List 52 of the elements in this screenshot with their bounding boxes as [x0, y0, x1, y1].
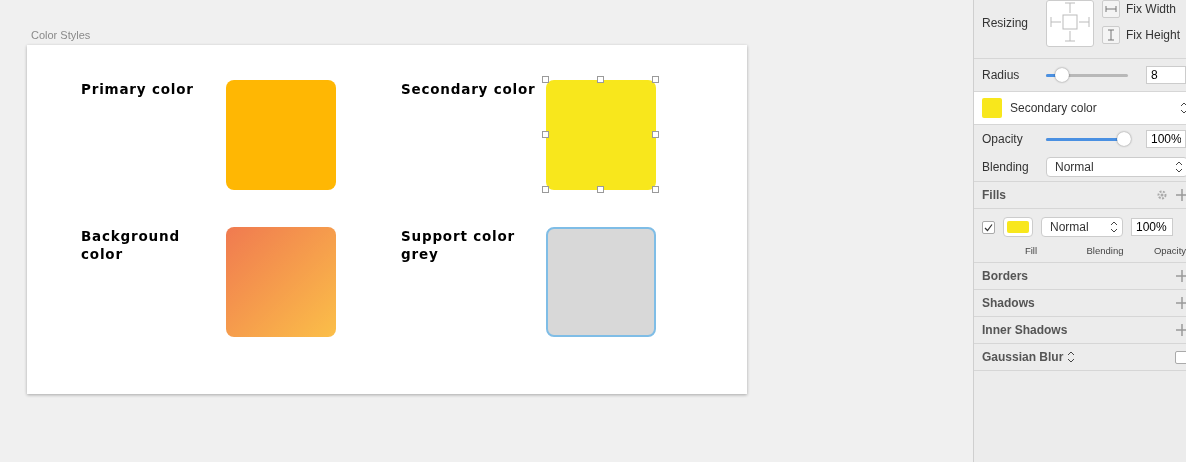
- updown-icon: [1110, 221, 1118, 233]
- field-label: Opacity: [982, 132, 1024, 146]
- resize-handle[interactable]: [542, 186, 549, 193]
- color-swatch[interactable]: [226, 80, 336, 190]
- section-title: Gaussian Blur: [982, 350, 1064, 364]
- resize-handle[interactable]: [597, 76, 604, 83]
- slider-thumb[interactable]: [1116, 132, 1131, 146]
- checkbox[interactable]: [982, 220, 995, 234]
- updown-icon: [1175, 161, 1183, 173]
- fill-swatch[interactable]: [1003, 217, 1033, 237]
- resize-handle[interactable]: [597, 186, 604, 193]
- blending-select[interactable]: Normal: [1041, 217, 1123, 237]
- column-caption: Fill: [1023, 245, 1039, 256]
- field-label: Radius: [982, 68, 1021, 82]
- color-name: Primary color: [81, 80, 195, 98]
- color-swatch[interactable]: [226, 227, 336, 337]
- resize-handle[interactable]: [652, 186, 659, 193]
- color-name: Support color grey: [401, 227, 516, 263]
- gear-icon[interactable]: [1156, 189, 1168, 201]
- field-label: Blending: [982, 160, 1030, 174]
- radius-field[interactable]: 8: [1146, 66, 1186, 84]
- artboard-title: Color Styles: [31, 29, 92, 41]
- color-name: Background color: [81, 227, 181, 263]
- section-title: Borders: [982, 269, 1028, 283]
- plus-icon[interactable]: [1176, 270, 1186, 282]
- checkbox[interactable]: [1175, 350, 1186, 364]
- resize-handle[interactable]: [652, 131, 659, 138]
- updown-icon: [1067, 351, 1076, 363]
- slider-thumb[interactable]: [1055, 68, 1070, 82]
- field-label: Resizing: [982, 16, 1030, 30]
- resize-handle[interactable]: [542, 76, 549, 83]
- section-title: Fills: [982, 188, 1007, 202]
- color-name: Secondary color: [401, 80, 537, 98]
- height-icon: [1102, 26, 1120, 44]
- color-swatch[interactable]: [546, 227, 656, 337]
- resize-handle[interactable]: [542, 131, 549, 138]
- column-caption: Opacity: [1152, 245, 1186, 256]
- color-swatch[interactable]: [546, 80, 656, 190]
- fix-width-button[interactable]: Fix Width: [1102, 0, 1181, 18]
- section-title: Inner Shadows: [982, 323, 1068, 337]
- column-caption: Blending: [1085, 245, 1125, 256]
- plus-icon[interactable]: [1176, 189, 1186, 201]
- resizing-icon[interactable]: [1046, 0, 1094, 47]
- plus-icon[interactable]: [1176, 297, 1186, 309]
- section-title: Shadows: [982, 296, 1035, 310]
- resize-handle[interactable]: [652, 76, 659, 83]
- plus-icon[interactable]: [1176, 324, 1186, 336]
- fix-height-button[interactable]: Fix Height: [1102, 26, 1181, 44]
- opacity-field[interactable]: 100%: [1131, 218, 1173, 236]
- blending-select[interactable]: Normal: [1046, 157, 1186, 177]
- opacity-field[interactable]: 100%: [1146, 130, 1186, 148]
- updown-icon: [1180, 102, 1186, 114]
